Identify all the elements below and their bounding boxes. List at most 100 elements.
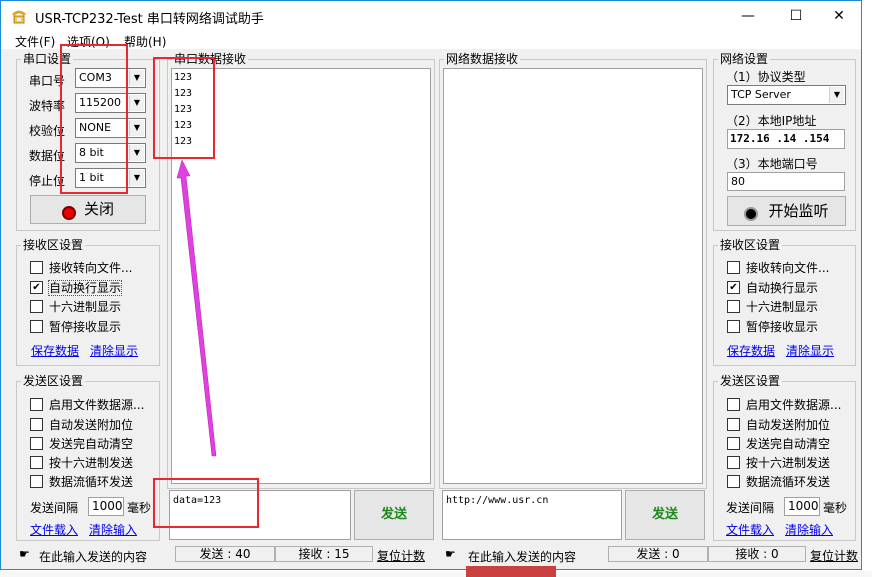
left-interval-input[interactable]: 1000 [88, 497, 124, 516]
ip-label: （2）本地IP地址 [726, 114, 817, 128]
menu-help[interactable]: 帮助(H) [124, 33, 166, 50]
right-interval-input[interactable]: 1000 [784, 497, 820, 516]
checkbox-checked[interactable]: ✔ [30, 281, 43, 294]
checkbox[interactable] [727, 261, 740, 274]
left-rx-option-file[interactable]: 接收转向文件... [30, 259, 132, 275]
checkbox[interactable] [30, 418, 43, 431]
checkbox[interactable] [30, 261, 43, 274]
left-send-title: 发送区设置 [21, 374, 86, 388]
checkbox[interactable] [30, 437, 43, 450]
right-save-data-link[interactable]: 保存数据 [727, 342, 775, 359]
right-tx-option-hex[interactable]: 按十六进制发送 [727, 454, 830, 470]
parity-select[interactable]: NONE ▼ [75, 118, 146, 138]
left-clear-input-link[interactable]: 清除输入 [89, 521, 137, 538]
close-port-button[interactable]: 关闭 [30, 195, 146, 224]
checkbox[interactable] [727, 398, 740, 411]
serial-send-button[interactable]: 发送 [354, 490, 434, 540]
menu-file[interactable]: 文件(F) [15, 33, 55, 50]
port-number-input[interactable]: 80 [727, 172, 845, 191]
right-recv-count: 接收 : 0 [708, 546, 806, 562]
checkbox-checked[interactable]: ✔ [727, 281, 740, 294]
chevron-down-icon: ▼ [129, 120, 144, 136]
network-settings-title: 网络设置 [718, 52, 771, 66]
port-select[interactable]: COM3 ▼ [75, 68, 146, 88]
right-rx-option-file[interactable]: 接收转向文件... [727, 259, 829, 275]
right-tx-option-autoclear[interactable]: 发送完自动清空 [727, 435, 830, 451]
right-interval-unit: 毫秒 [823, 501, 848, 515]
left-interval-unit: 毫秒 [127, 501, 152, 515]
right-interval-label: 发送间隔 [726, 501, 775, 515]
checkbox[interactable] [727, 437, 740, 450]
rx-line: 123 [174, 72, 193, 83]
left-recv-count: 接收 : 15 [275, 546, 373, 562]
rx-line: 123 [174, 88, 193, 99]
left-hint-text: 在此输入发送的内容 [39, 550, 148, 564]
checkbox[interactable] [727, 475, 740, 488]
left-receive-title: 接收区设置 [21, 238, 86, 252]
right-tx-option-append[interactable]: 自动发送附加位 [727, 416, 830, 432]
menu-bar: 文件(F) 选项(O) 帮助(H) [1, 31, 861, 49]
chevron-down-icon: ▼ [129, 70, 144, 86]
right-rx-option-hex[interactable]: 十六进制显示 [727, 298, 818, 314]
rx-line: 123 [174, 104, 193, 115]
left-save-data-link[interactable]: 保存数据 [31, 342, 79, 359]
serial-rx-title: 串口数据接收 [172, 52, 249, 66]
checkbox[interactable] [30, 398, 43, 411]
rx-line: 123 [174, 120, 193, 131]
net-rx-textarea[interactable] [443, 68, 703, 484]
desktop-background-image [466, 566, 556, 577]
right-tx-option-loop[interactable]: 数据流循环发送 [727, 473, 830, 489]
right-clear-input-link[interactable]: 清除输入 [785, 521, 833, 538]
checkbox[interactable] [727, 300, 740, 313]
record-icon [61, 205, 76, 220]
parity-label: 校验位 [29, 124, 66, 138]
menu-options[interactable]: 选项(O) [67, 33, 110, 50]
left-tx-option-autoclear[interactable]: 发送完自动清空 [30, 435, 133, 451]
stopbits-select[interactable]: 1 bit ▼ [75, 168, 146, 188]
right-load-file-link[interactable]: 文件载入 [726, 521, 774, 538]
serial-rx-textarea[interactable]: 123 123 123 123 123 [171, 68, 431, 484]
left-interval-label: 发送间隔 [30, 501, 79, 515]
serial-tx-input[interactable]: data=123 [169, 490, 351, 540]
baud-select[interactable]: 115200 ▼ [75, 93, 146, 113]
right-rx-option-wrap[interactable]: ✔ 自动换行显示 [727, 279, 818, 295]
checkbox[interactable] [727, 320, 740, 333]
left-tx-option-loop[interactable]: 数据流循环发送 [30, 473, 133, 489]
checkbox[interactable] [727, 456, 740, 469]
stopbits-label: 停止位 [29, 174, 66, 188]
left-clear-display-link[interactable]: 清除显示 [90, 342, 138, 359]
left-tx-option-hex[interactable]: 按十六进制发送 [30, 454, 133, 470]
net-tx-input[interactable]: http://www.usr.cn [442, 490, 622, 540]
checkbox[interactable] [727, 418, 740, 431]
port-number-label: （3）本地端口号 [726, 157, 818, 171]
left-rx-option-hex[interactable]: 十六进制显示 [30, 298, 121, 314]
start-listen-button[interactable]: 开始监听 [727, 196, 846, 226]
checkbox[interactable] [30, 300, 43, 313]
serial-settings-title: 串口设置 [21, 52, 74, 66]
right-clear-display-link[interactable]: 清除显示 [786, 342, 834, 359]
maximize-button[interactable]: ☐ [773, 1, 819, 31]
net-rx-title: 网络数据接收 [444, 52, 521, 66]
pointing-hand-icon: ☛ [445, 547, 456, 561]
checkbox[interactable] [30, 475, 43, 488]
databits-select[interactable]: 8 bit ▼ [75, 143, 146, 163]
window-title: USR-TCP232-Test 串口转网络调试助手 [35, 12, 264, 27]
net-send-button[interactable]: 发送 [625, 490, 705, 540]
left-load-file-link[interactable]: 文件载入 [30, 521, 78, 538]
left-tx-option-file[interactable]: 启用文件数据源... [30, 396, 144, 412]
ip-input[interactable]: 172.16 .14 .154 [727, 129, 845, 149]
app-icon [12, 10, 26, 24]
left-tx-option-append[interactable]: 自动发送附加位 [30, 416, 133, 432]
minimize-button[interactable]: — [725, 1, 771, 31]
right-reset-count-link[interactable]: 复位计数 [810, 547, 858, 564]
close-button[interactable]: ✕ [816, 1, 862, 31]
left-rx-option-wrap[interactable]: ✔ 自动换行显示 [30, 279, 123, 296]
checkbox[interactable] [30, 456, 43, 469]
right-rx-option-pause[interactable]: 暂停接收显示 [727, 318, 818, 334]
right-tx-option-file[interactable]: 启用文件数据源... [727, 396, 841, 412]
left-rx-option-pause[interactable]: 暂停接收显示 [30, 318, 121, 334]
protocol-select[interactable]: TCP Server ▼ [727, 85, 846, 105]
right-send-title: 发送区设置 [718, 374, 783, 388]
checkbox[interactable] [30, 320, 43, 333]
left-reset-count-link[interactable]: 复位计数 [377, 547, 425, 564]
